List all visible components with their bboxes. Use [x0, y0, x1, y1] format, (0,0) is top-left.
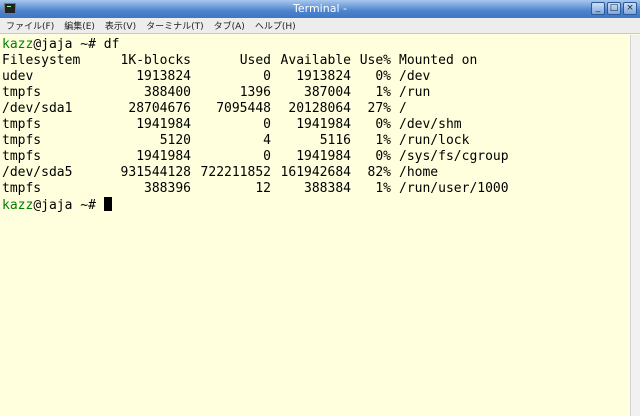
window-title: Terminal -: [293, 2, 347, 15]
table-row: tmpfs 5120 4 5116 1% /run/lock: [2, 133, 509, 149]
cell-mounted-on: /run/user/1000: [399, 181, 509, 196]
cell-used: 722211852: [200, 165, 271, 180]
cell-available: 1913824: [296, 69, 351, 84]
text-cursor: [103, 197, 112, 211]
header-used: Used: [239, 53, 271, 68]
cell-used: 0: [263, 69, 271, 84]
menu-view[interactable]: 表示(V): [105, 19, 136, 32]
table-header-row: Filesystem 1K-blocks Used Available Use%…: [2, 53, 509, 69]
cell-blocks: 5120: [159, 133, 191, 148]
prompt-host: @jaja ~#: [33, 198, 104, 213]
prompt-user: kazz: [2, 198, 34, 213]
table-row: udev 1913824 0 1913824 0% /dev: [2, 69, 509, 85]
table-row: /dev/sda1 28704676 7095448 20128064 27% …: [2, 101, 509, 117]
vertical-scrollbar[interactable]: [630, 35, 640, 416]
menu-edit[interactable]: 編集(E): [64, 19, 95, 32]
cell-use-percent: 0%: [375, 69, 391, 84]
cell-use-percent: 27%: [367, 101, 391, 116]
menu-bar: ファイル(F) 編集(E) 表示(V) ターミナル(T) タブ(A) ヘルプ(H…: [0, 18, 640, 34]
window-controls: _ □ ×: [591, 2, 637, 15]
cell-filesystem: tmpfs: [2, 133, 42, 148]
cell-blocks: 931544128: [120, 165, 191, 180]
cell-mounted-on: /run/lock: [399, 133, 470, 148]
cell-available: 388384: [304, 181, 351, 196]
cell-blocks: 388396: [144, 181, 191, 196]
cell-mounted-on: /dev: [399, 69, 431, 84]
cell-filesystem: /dev/sda1: [2, 101, 73, 116]
cell-blocks: 28704676: [128, 101, 191, 116]
cell-mounted-on: /dev/shm: [399, 117, 462, 132]
prompt-line: kazz@jaja ~#: [2, 197, 630, 213]
table-row: tmpfs 388396 12 388384 1% /run/user/1000: [2, 181, 509, 197]
prompt-host: @jaja ~#: [33, 37, 104, 52]
terminal-output[interactable]: kazz@jaja ~# df Filesystem 1K-blocks Use…: [0, 35, 630, 416]
cell-available: 1941984: [296, 117, 351, 132]
cell-use-percent: 1%: [375, 133, 391, 148]
cell-used: 1396: [239, 85, 271, 100]
cell-used: 0: [263, 117, 271, 132]
table-row: tmpfs 388400 1396 387004 1% /run: [2, 85, 509, 101]
cell-use-percent: 82%: [367, 165, 391, 180]
menu-tabs[interactable]: タブ(A): [214, 19, 245, 32]
maximize-button[interactable]: □: [607, 2, 621, 15]
command-text: df: [103, 37, 120, 52]
title-bar[interactable]: Terminal - _ □ ×: [0, 0, 640, 18]
header-filesystem: Filesystem: [2, 53, 81, 68]
menu-terminal[interactable]: ターミナル(T): [146, 19, 204, 32]
cell-available: 1941984: [296, 149, 351, 164]
cell-filesystem: tmpfs: [2, 149, 42, 164]
cell-blocks: 388400: [144, 85, 191, 100]
cell-use-percent: 0%: [375, 117, 391, 132]
cell-available: 5116: [319, 133, 351, 148]
table-row: /dev/sda5 931544128 722211852 161942684 …: [2, 165, 509, 181]
cell-use-percent: 0%: [375, 149, 391, 164]
minimize-button[interactable]: _: [591, 2, 605, 15]
cell-used: 12: [255, 181, 271, 196]
cell-used: 7095448: [216, 101, 271, 116]
cell-use-percent: 1%: [375, 181, 391, 196]
df-output-table: Filesystem 1K-blocks Used Available Use%…: [2, 53, 509, 197]
cell-mounted-on: /: [399, 101, 407, 116]
header-use-percent: Use%: [359, 53, 391, 68]
header-1k-blocks: 1K-blocks: [120, 53, 191, 68]
cell-used: 0: [263, 149, 271, 164]
cell-blocks: 1913824: [136, 69, 191, 84]
prompt-user: kazz: [2, 37, 34, 52]
cell-available: 387004: [304, 85, 351, 100]
cell-mounted-on: /sys/fs/cgroup: [399, 149, 509, 164]
header-available: Available: [280, 53, 351, 68]
cell-use-percent: 1%: [375, 85, 391, 100]
cell-filesystem: tmpfs: [2, 117, 42, 132]
cell-available: 161942684: [280, 165, 351, 180]
menu-file[interactable]: ファイル(F): [6, 19, 54, 32]
cell-blocks: 1941984: [136, 117, 191, 132]
cell-blocks: 1941984: [136, 149, 191, 164]
command-line: kazz@jaja ~# df: [2, 37, 630, 53]
cell-used: 4: [263, 133, 271, 148]
cell-filesystem: udev: [2, 69, 34, 84]
table-row: tmpfs 1941984 0 1941984 0% /dev/shm: [2, 117, 509, 133]
menu-help[interactable]: ヘルプ(H): [255, 19, 296, 32]
cell-mounted-on: /run: [399, 85, 431, 100]
close-button[interactable]: ×: [623, 2, 637, 15]
header-mounted-on: Mounted on: [399, 53, 478, 68]
cell-filesystem: tmpfs: [2, 85, 42, 100]
cell-filesystem: /dev/sda5: [2, 165, 73, 180]
cell-mounted-on: /home: [399, 165, 439, 180]
table-row: tmpfs 1941984 0 1941984 0% /sys/fs/cgrou…: [2, 149, 509, 165]
cell-filesystem: tmpfs: [2, 181, 42, 196]
cell-available: 20128064: [288, 101, 351, 116]
